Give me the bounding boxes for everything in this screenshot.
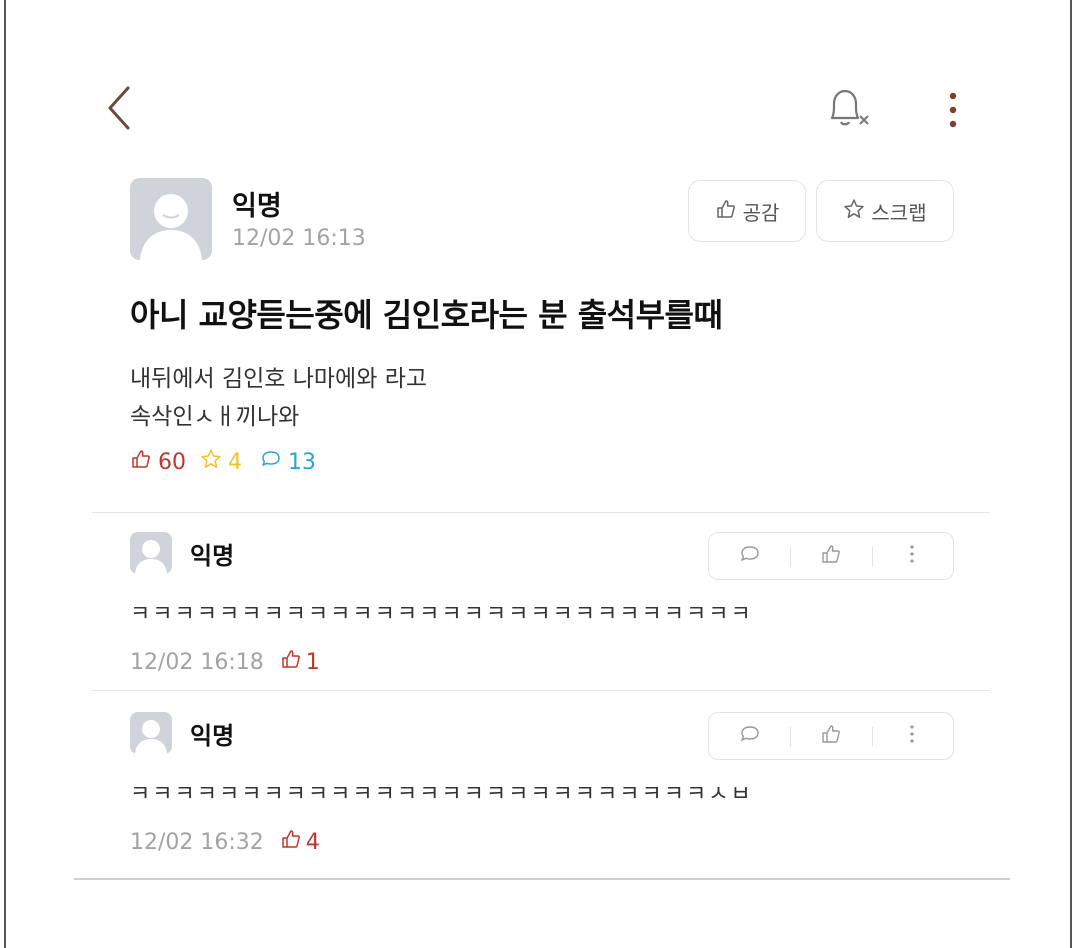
thumbs-up-icon: [820, 543, 842, 569]
comment-text: ㅋㅋㅋㅋㅋㅋㅋㅋㅋㅋㅋㅋㅋㅋㅋㅋㅋㅋㅋㅋㅋㅋㅋㅋㅋㅋㅋㅋ: [130, 602, 753, 627]
like-button[interactable]: 공감: [688, 180, 806, 242]
comment-like-button[interactable]: [790, 533, 871, 579]
reply-button[interactable]: [709, 533, 790, 579]
post-author: 익명: [232, 191, 282, 222]
post-stats: 60 13 4: [130, 448, 316, 476]
like-count-value: 60: [158, 449, 186, 475]
thumbs-up-icon: [280, 828, 302, 856]
comment-like-count-value: 1: [305, 649, 320, 675]
comment-actions: [708, 712, 954, 760]
scrap-button[interactable]: 스크랩: [816, 180, 954, 242]
comment-timestamp: 12/02 16:32: [130, 829, 264, 855]
comment-text: ㅋㅋㅋㅋㅋㅋㅋㅋㅋㅋㅋㅋㅋㅋㅋㅋㅋㅋㅋㅋㅋㅋㅋㅋㅋㅋㅅㅂ: [130, 782, 753, 807]
comment-more-button[interactable]: [871, 533, 953, 579]
more-vertical-icon: [907, 723, 917, 749]
avatar[interactable]: [130, 712, 172, 754]
comment-more-button[interactable]: [871, 713, 953, 759]
speech-bubble-icon: [739, 723, 761, 749]
post-body: 내뒤에서 김인호 나마에와 라고 속삭인ㅅㅐ끼나와: [130, 366, 428, 430]
comment-like-button[interactable]: [790, 713, 871, 759]
comment-author: 익명: [190, 721, 235, 750]
thumbs-up-icon: [280, 648, 302, 676]
comment-count: 13: [260, 448, 1080, 476]
avatar[interactable]: [130, 532, 172, 574]
scrap-button-label: 스크랩: [871, 200, 927, 225]
star-icon: [200, 448, 222, 476]
more-vertical-icon: [907, 543, 917, 569]
comment-item: 익명 ㅋㅋㅋㅋㅋㅋㅋㅋㅋㅋㅋㅋㅋㅋㅋㅋㅋㅋㅋㅋㅋㅋㅋㅋㅋㅋㅅㅂ 12/02 16…: [130, 712, 960, 856]
post-title: 아니 교양듣는중에 김인호라는 분 출석부를때: [130, 296, 723, 334]
like-count: 60: [130, 448, 186, 476]
comment-count-value: 13: [288, 449, 316, 475]
scrap-count: 4: [200, 448, 242, 476]
avatar[interactable]: [130, 178, 212, 260]
bell-off-icon[interactable]: [820, 84, 876, 134]
speech-bubble-icon: [260, 448, 282, 476]
comment-timestamp: 12/02 16:18: [130, 649, 264, 675]
speech-bubble-icon: [739, 543, 761, 569]
more-vertical-icon[interactable]: [938, 88, 968, 132]
star-icon: [843, 198, 865, 225]
divider: [92, 690, 990, 691]
divider: [74, 878, 1010, 880]
comment-like-count: 4: [280, 828, 320, 856]
scrap-count-value: 4: [228, 449, 242, 475]
comment-like-count-value: 4: [305, 829, 320, 855]
comment-like-count: 1: [280, 648, 320, 676]
like-button-label: 공감: [742, 200, 780, 225]
comment-author: 익명: [190, 541, 235, 570]
thumbs-up-icon: [820, 723, 842, 749]
comment-item: 익명 ㅋㅋㅋㅋㅋㅋㅋㅋㅋㅋㅋㅋㅋㅋㅋㅋㅋㅋㅋㅋㅋㅋㅋㅋㅋㅋㅋㅋ 12/02 16…: [130, 532, 960, 676]
post-timestamp: 12/02 16:13: [232, 226, 366, 251]
back-icon[interactable]: [100, 82, 140, 134]
comment-actions: [708, 532, 954, 580]
thumbs-up-icon: [715, 198, 737, 225]
reply-button[interactable]: [709, 713, 790, 759]
divider: [92, 512, 990, 513]
thumbs-up-icon: [130, 448, 152, 476]
